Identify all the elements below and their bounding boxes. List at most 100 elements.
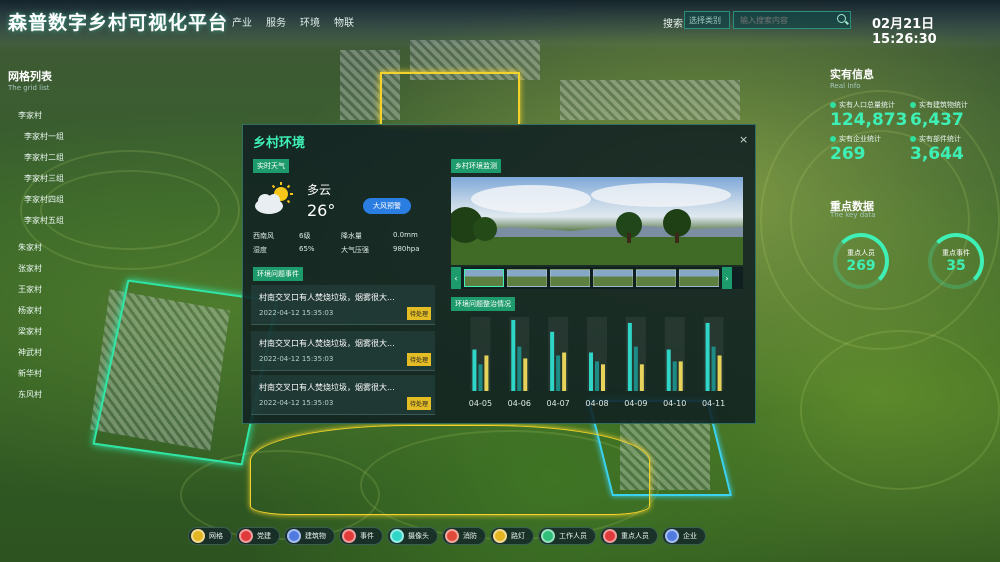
grid-item-xinhuacun[interactable]: 新华村 bbox=[8, 368, 88, 379]
grid-item-group-1[interactable]: 李家村一组 bbox=[8, 131, 88, 142]
layer-toggle-label: 企业 bbox=[683, 532, 697, 540]
bar-04-08-series-2[interactable] bbox=[595, 361, 599, 391]
photo-thumbnails: ‹ › bbox=[451, 267, 743, 289]
wind-alert-button[interactable]: 大风预警 bbox=[363, 198, 411, 214]
nav-service[interactable]: 服务 bbox=[266, 14, 286, 29]
search-icon[interactable] bbox=[837, 14, 846, 23]
layer-toggle-label: 党建 bbox=[257, 532, 271, 540]
bottom-layer-bar: 网格 党建 建筑物 事件 摄像头 消防 路灯 工作人员 重点人员 企业 bbox=[188, 527, 818, 545]
grid-item-yangjiacun[interactable]: 杨家村 bbox=[8, 305, 88, 316]
bar-04-10-series-2[interactable] bbox=[672, 361, 677, 391]
bar-04-09-series-3[interactable] bbox=[639, 364, 644, 391]
bar-04-10-series-3[interactable] bbox=[678, 361, 683, 391]
bar-04-06-series-1[interactable] bbox=[511, 319, 516, 391]
building-icon bbox=[910, 102, 916, 108]
grid-item-liangjiacun[interactable]: 梁家村 bbox=[8, 326, 88, 337]
thumbnail[interactable] bbox=[636, 269, 676, 287]
bar-04-11-series-1[interactable] bbox=[705, 322, 710, 391]
key-events-ring[interactable]: 重点事件 35 bbox=[928, 233, 984, 289]
village-boundary-yellow[interactable] bbox=[380, 72, 520, 126]
event-item[interactable]: 村南交叉口有人焚烧垃圾，烟雾很大... 2022-04-12 15:35:03 … bbox=[251, 285, 435, 325]
real-info-panel: 实有信息 Real Info 实有人口总量统计 124,873 实有建筑物统计 … bbox=[830, 66, 990, 164]
bar-04-08-series-1[interactable] bbox=[589, 352, 593, 391]
monitor-tag: 乡村环境监测 bbox=[451, 159, 501, 173]
grid-item-group-3[interactable]: 李家村三组 bbox=[8, 173, 88, 184]
layer-toggle-staff[interactable]: 工作人员 bbox=[538, 527, 596, 545]
bar-04-05-series-2[interactable] bbox=[478, 364, 483, 391]
grid-item-group-5[interactable]: 李家村五组 bbox=[8, 215, 88, 226]
chevron-left-icon[interactable]: ‹ bbox=[451, 267, 461, 289]
chevron-right-icon[interactable]: › bbox=[722, 267, 732, 289]
events-tag: 环境问题事件 bbox=[253, 267, 303, 281]
component-icon bbox=[910, 136, 916, 142]
search-input[interactable] bbox=[733, 11, 851, 29]
layer-toggle-person[interactable]: 重点人员 bbox=[600, 527, 658, 545]
stat-components-value: 3,644 bbox=[910, 144, 964, 164]
staff-icon bbox=[541, 529, 555, 543]
thumbnail[interactable] bbox=[679, 269, 719, 287]
search-category-select[interactable]: 选择类别 bbox=[684, 11, 730, 29]
x-tick-label: 04-08 bbox=[585, 399, 608, 408]
status-badge: 待处理 bbox=[407, 353, 432, 366]
grid-item-shenwucun[interactable]: 神武村 bbox=[8, 347, 88, 358]
nav-industry[interactable]: 产业 bbox=[232, 14, 252, 29]
grid-list-title: 网格列表 bbox=[8, 70, 52, 83]
event-item[interactable]: 村南交叉口有人焚烧垃圾，烟雾很大... 2022-04-12 15:35:03 … bbox=[251, 375, 435, 415]
bar-04-07-series-3[interactable] bbox=[562, 352, 567, 391]
event-item[interactable]: 村南交叉口有人焚烧垃圾，烟雾很大... 2022-04-12 15:35:03 … bbox=[251, 331, 435, 371]
bar-04-05-series-3[interactable] bbox=[484, 355, 489, 391]
bar-04-06-series-2[interactable] bbox=[517, 346, 522, 391]
thumbnail[interactable] bbox=[550, 269, 590, 287]
grid-item-zhangjiacun[interactable]: 张家村 bbox=[8, 263, 88, 274]
bar-04-08-series-3[interactable] bbox=[601, 364, 605, 391]
bar-04-10-series-1[interactable] bbox=[666, 349, 671, 391]
layer-toggle-enterprise[interactable]: 企业 bbox=[662, 527, 706, 545]
bar-04-05-series-1[interactable] bbox=[472, 349, 477, 391]
layer-toggle-label: 网格 bbox=[209, 532, 223, 540]
x-tick-label: 04-07 bbox=[547, 399, 570, 408]
grid-item-dongfengcun[interactable]: 东风村 bbox=[8, 389, 88, 400]
key-persons-ring[interactable]: 重点人员 269 bbox=[833, 233, 889, 289]
enterprise-icon bbox=[830, 136, 836, 142]
layer-toggle-party[interactable]: 党建 bbox=[236, 527, 280, 545]
layer-toggle-label: 路灯 bbox=[511, 532, 525, 540]
bar-04-07-series-1[interactable] bbox=[550, 331, 555, 391]
bar-04-11-series-3[interactable] bbox=[717, 355, 722, 391]
weather-details: 西南风 6级 降水量 0.0mm 湿度 65% 大气压强 980hpa bbox=[253, 231, 420, 254]
layer-toggle-camera[interactable]: 摄像头 bbox=[387, 527, 438, 545]
layer-toggle-grid[interactable]: 网格 bbox=[188, 527, 232, 545]
layer-toggle-label: 消防 bbox=[463, 532, 477, 540]
weather-tag: 实时天气 bbox=[253, 159, 289, 173]
x-tick-label: 04-10 bbox=[663, 399, 686, 408]
layer-toggle-building[interactable]: 建筑物 bbox=[284, 527, 335, 545]
fire-icon bbox=[445, 529, 459, 543]
layer-toggle-label: 事件 bbox=[360, 532, 374, 540]
layer-toggle-alert[interactable]: 事件 bbox=[339, 527, 383, 545]
bar-04-09-series-2[interactable] bbox=[633, 346, 638, 391]
thumbnail[interactable] bbox=[507, 269, 547, 287]
grid-list-panel: 网格列表 The grid list 李家村 李家村一组 李家村二组 李家村三组… bbox=[8, 68, 88, 400]
monitor-photo[interactable] bbox=[451, 177, 743, 265]
thumbnail[interactable] bbox=[593, 269, 633, 287]
x-tick-label: 04-09 bbox=[624, 399, 647, 408]
bar-04-07-series-2[interactable] bbox=[556, 355, 561, 391]
bar-04-11-series-2[interactable] bbox=[711, 346, 716, 391]
village-boundary-yellow-south[interactable] bbox=[250, 425, 650, 515]
bar-04-09-series-1[interactable] bbox=[627, 322, 632, 391]
layer-toggle-lamp[interactable]: 路灯 bbox=[490, 527, 534, 545]
nav-environment[interactable]: 环境 bbox=[300, 14, 320, 29]
grid-item-group-4[interactable]: 李家村四组 bbox=[8, 194, 88, 205]
lamp-icon bbox=[493, 529, 507, 543]
grid-item-lijiacun[interactable]: 李家村 bbox=[8, 110, 88, 121]
bar-04-06-series-3[interactable] bbox=[523, 358, 528, 391]
nav-iot[interactable]: 物联 bbox=[334, 14, 354, 29]
search-label: 搜索 bbox=[663, 19, 683, 30]
close-icon[interactable]: × bbox=[739, 133, 748, 146]
thumbnail[interactable] bbox=[464, 269, 504, 287]
main-nav: 产业 服务 环境 物联 bbox=[232, 14, 354, 29]
grid-item-zhujiacun[interactable]: 朱家村 bbox=[8, 242, 88, 253]
layer-toggle-label: 工作人员 bbox=[559, 532, 587, 540]
grid-item-group-2[interactable]: 李家村二组 bbox=[8, 152, 88, 163]
grid-item-wangjiacun[interactable]: 王家村 bbox=[8, 284, 88, 295]
layer-toggle-fire[interactable]: 消防 bbox=[442, 527, 486, 545]
